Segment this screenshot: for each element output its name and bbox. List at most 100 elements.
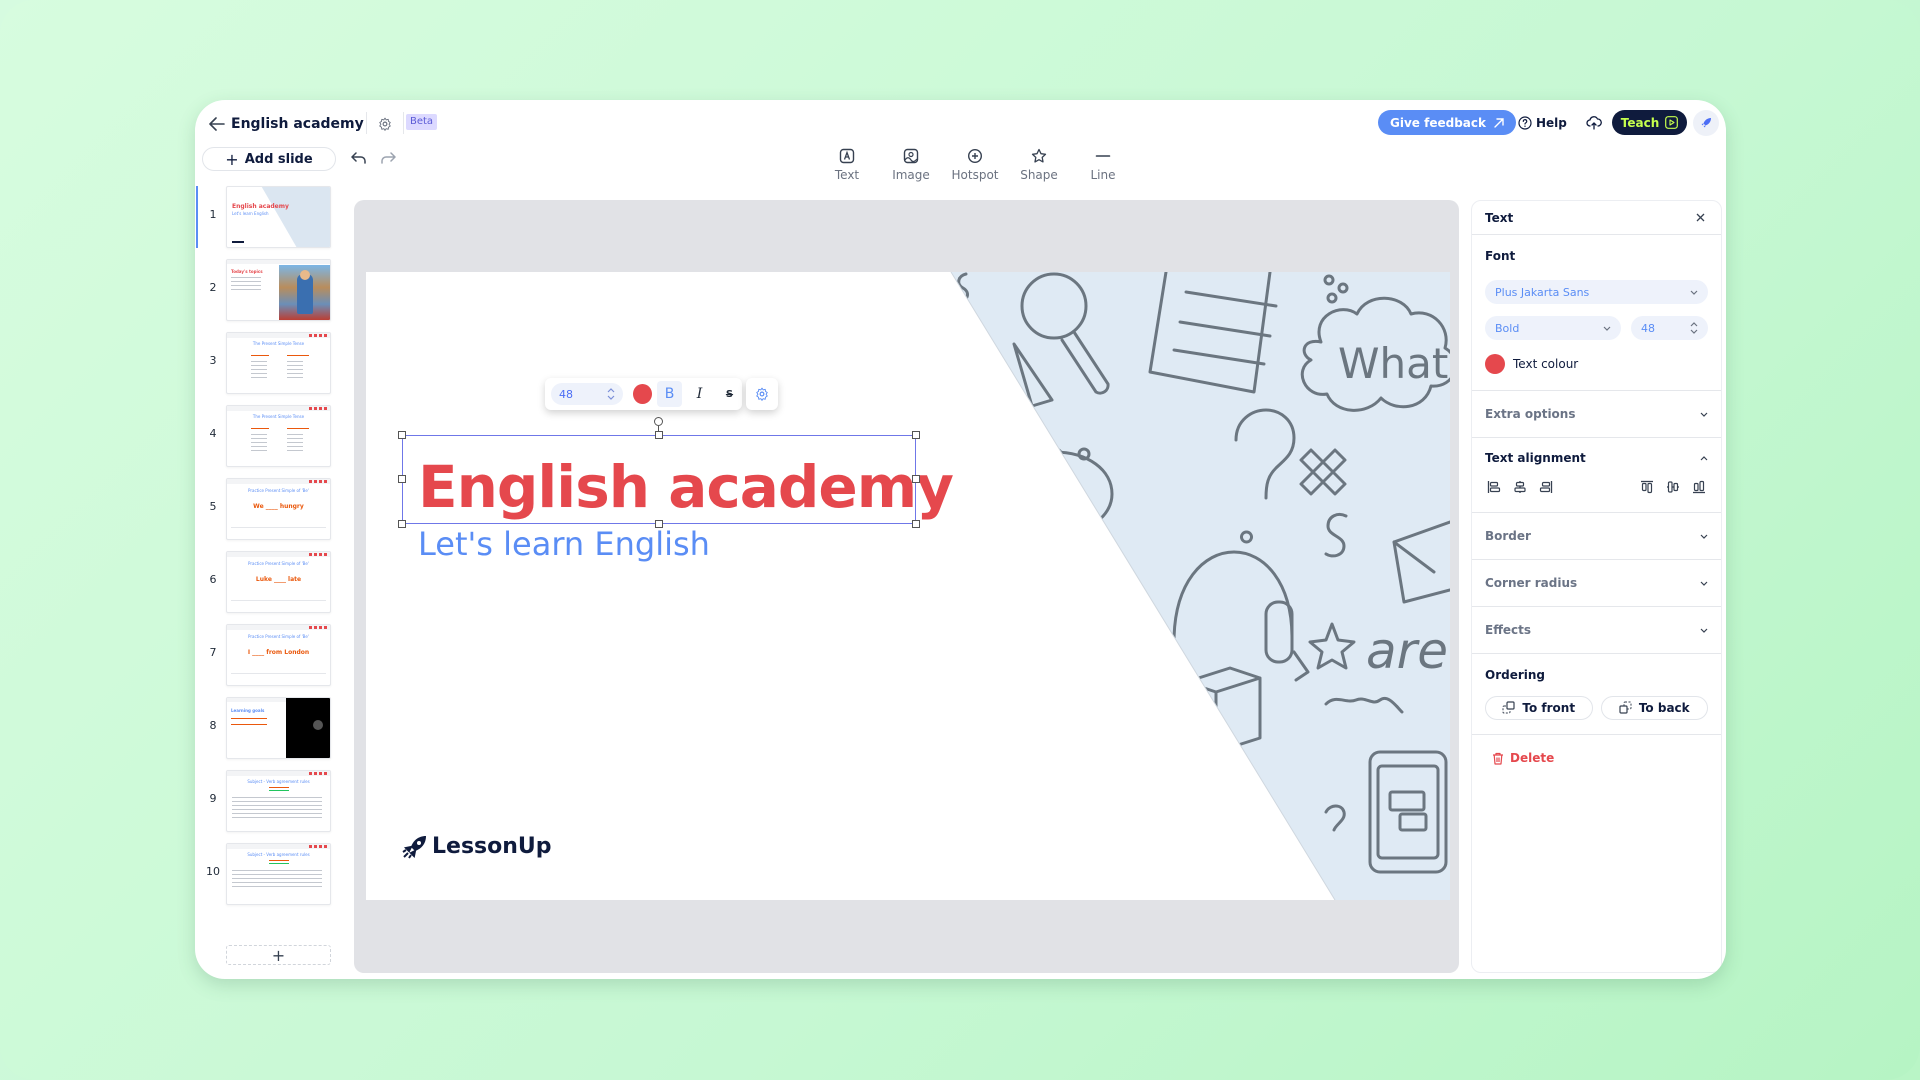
corner-radius-section: Corner radius [1472, 560, 1721, 607]
text-colour-picker[interactable]: Text colour [1485, 354, 1708, 374]
panel-header: Text [1472, 201, 1721, 235]
redo-button[interactable] [378, 148, 398, 168]
back-button[interactable] [205, 112, 229, 136]
resize-handle[interactable] [912, 520, 920, 528]
rotate-handle[interactable] [654, 417, 663, 426]
selection-box[interactable] [402, 435, 916, 524]
slide-number: 7 [209, 646, 217, 659]
align-left-button[interactable] [1485, 478, 1503, 496]
bold-button[interactable]: B [657, 381, 682, 407]
align-middle-icon [1667, 481, 1679, 493]
align-middle-button[interactable] [1664, 478, 1682, 496]
line-icon [1095, 155, 1111, 157]
resize-handle[interactable] [912, 431, 920, 439]
slide-list: 1 English academy Let's learn English 2 … [195, 186, 345, 905]
close-panel-button[interactable] [1692, 210, 1708, 226]
stepper-icon [1690, 322, 1698, 334]
tool-line[interactable]: Line [1071, 148, 1135, 182]
play-icon [1665, 116, 1679, 129]
text-alignment-toggle[interactable]: Text alignment [1485, 438, 1708, 478]
lesson-title[interactable]: English academy [231, 112, 364, 136]
text-settings-button[interactable] [746, 378, 778, 410]
delete-button[interactable]: Delete [1492, 751, 1701, 765]
border-label: Border [1485, 529, 1531, 543]
chevron-down-icon [1700, 581, 1708, 586]
extra-options-toggle[interactable]: Extra options [1485, 391, 1708, 437]
resize-handle[interactable] [398, 475, 406, 483]
undo-icon [351, 152, 366, 164]
border-section: Border [1472, 513, 1721, 560]
slide-thumbnail[interactable]: 5 Practice Present Simple of 'Be' We ___… [195, 478, 345, 540]
thumb-title: English academy [232, 203, 289, 210]
editor-window: English academy Beta + Add slide Give fe… [195, 100, 1726, 979]
strikethrough-icon: S [725, 388, 734, 400]
align-center-button[interactable] [1511, 478, 1529, 496]
to-back-button[interactable]: To back [1600, 696, 1708, 720]
font-size-stepper[interactable]: 48 [551, 383, 623, 405]
slide-thumbnail[interactable]: 1 English academy Let's learn English [195, 186, 345, 248]
align-right-button[interactable] [1537, 478, 1555, 496]
slide-thumbnail[interactable]: 7 Practice Present Simple of 'Be' I ____… [195, 624, 345, 686]
font-weight-select[interactable]: Bold [1485, 316, 1621, 340]
slide-thumbnail[interactable]: 2 Today's topics [195, 259, 345, 321]
align-bottom-button[interactable] [1690, 478, 1708, 496]
text-color-swatch[interactable] [632, 384, 652, 404]
thumb-subtitle: Let's learn English [232, 211, 269, 216]
font-family-select[interactable]: Plus Jakarta Sans [1485, 280, 1708, 304]
resize-handle[interactable] [398, 520, 406, 528]
add-slide-thumb-button[interactable]: + [226, 945, 331, 965]
sync-button[interactable] [1583, 112, 1605, 134]
help-label: Help [1536, 116, 1567, 130]
border-toggle[interactable]: Border [1485, 513, 1708, 559]
slide-thumbnail[interactable]: 10 Subject - Verb agreement rules [195, 843, 345, 905]
font-section: Font Plus Jakarta Sans Bold 48 Text colo… [1472, 235, 1721, 391]
resize-handle[interactable] [655, 520, 663, 528]
slide-thumbnail[interactable]: 6 Practice Present Simple of 'Be' Luke _… [195, 551, 345, 613]
to-front-button[interactable]: To front [1485, 696, 1593, 720]
logo-text: LessonUp [432, 834, 552, 859]
tool-hotspot[interactable]: Hotspot [943, 148, 1007, 182]
thumb-title: Subject - Verb agreement rules [247, 779, 310, 784]
tool-text[interactable]: Text [815, 148, 879, 182]
resize-handle[interactable] [912, 475, 920, 483]
resize-handle[interactable] [398, 431, 406, 439]
slide-thumbnail[interactable]: 3 The Present Simple Tense [195, 332, 345, 394]
help-button[interactable]: Help [1518, 112, 1567, 134]
divider [403, 112, 404, 134]
slide-canvas[interactable]: What? are A [366, 272, 1450, 900]
chevron-up-icon [1700, 455, 1708, 460]
gear-icon [379, 117, 391, 131]
add-slide-button[interactable]: + Add slide [202, 147, 336, 171]
slide-thumbnail[interactable]: 9 Subject - Verb agreement rules [195, 770, 345, 832]
font-weight-value: Bold [1495, 321, 1520, 335]
slide-thumbnail[interactable]: 4 The Present Simple Tense [195, 405, 345, 467]
slide-thumbnail[interactable]: 8 Learning goals [195, 697, 345, 759]
font-size-input[interactable]: 48 [1630, 316, 1708, 340]
slide-subtitle-text[interactable]: Let's learn English [418, 522, 710, 566]
strikethrough-button[interactable]: S [717, 381, 742, 407]
trash-icon [1493, 752, 1503, 765]
font-heading: Font [1485, 249, 1516, 263]
chevron-down-icon [1700, 412, 1708, 417]
corner-radius-toggle[interactable]: Corner radius [1485, 560, 1708, 606]
undo-button[interactable] [349, 148, 369, 168]
thumb-title: Subject - Verb agreement rules [247, 852, 310, 857]
settings-button[interactable] [374, 113, 396, 135]
tool-shape[interactable]: Shape [1007, 148, 1071, 182]
italic-button[interactable]: I [687, 381, 712, 407]
tool-image[interactable]: Image [879, 148, 943, 182]
align-top-button[interactable] [1638, 478, 1656, 496]
plus-icon: + [225, 149, 239, 169]
give-feedback-label: Give feedback [1390, 115, 1486, 130]
teach-button[interactable]: Teach [1612, 110, 1687, 135]
thumbnail-preview: The Present Simple Tense [226, 405, 331, 467]
resize-handle[interactable] [655, 431, 663, 439]
slide-number: 9 [209, 792, 217, 805]
chevron-down-icon [1690, 290, 1698, 295]
give-feedback-button[interactable]: Give feedback [1378, 110, 1516, 135]
effects-toggle[interactable]: Effects [1485, 607, 1708, 653]
thumbnail-preview: Practice Present Simple of 'Be' We ____ … [226, 478, 331, 540]
text-format-toolbar: 48 B I S [545, 378, 742, 410]
launch-button[interactable] [1693, 110, 1719, 136]
font-size-value: 48 [559, 387, 573, 401]
